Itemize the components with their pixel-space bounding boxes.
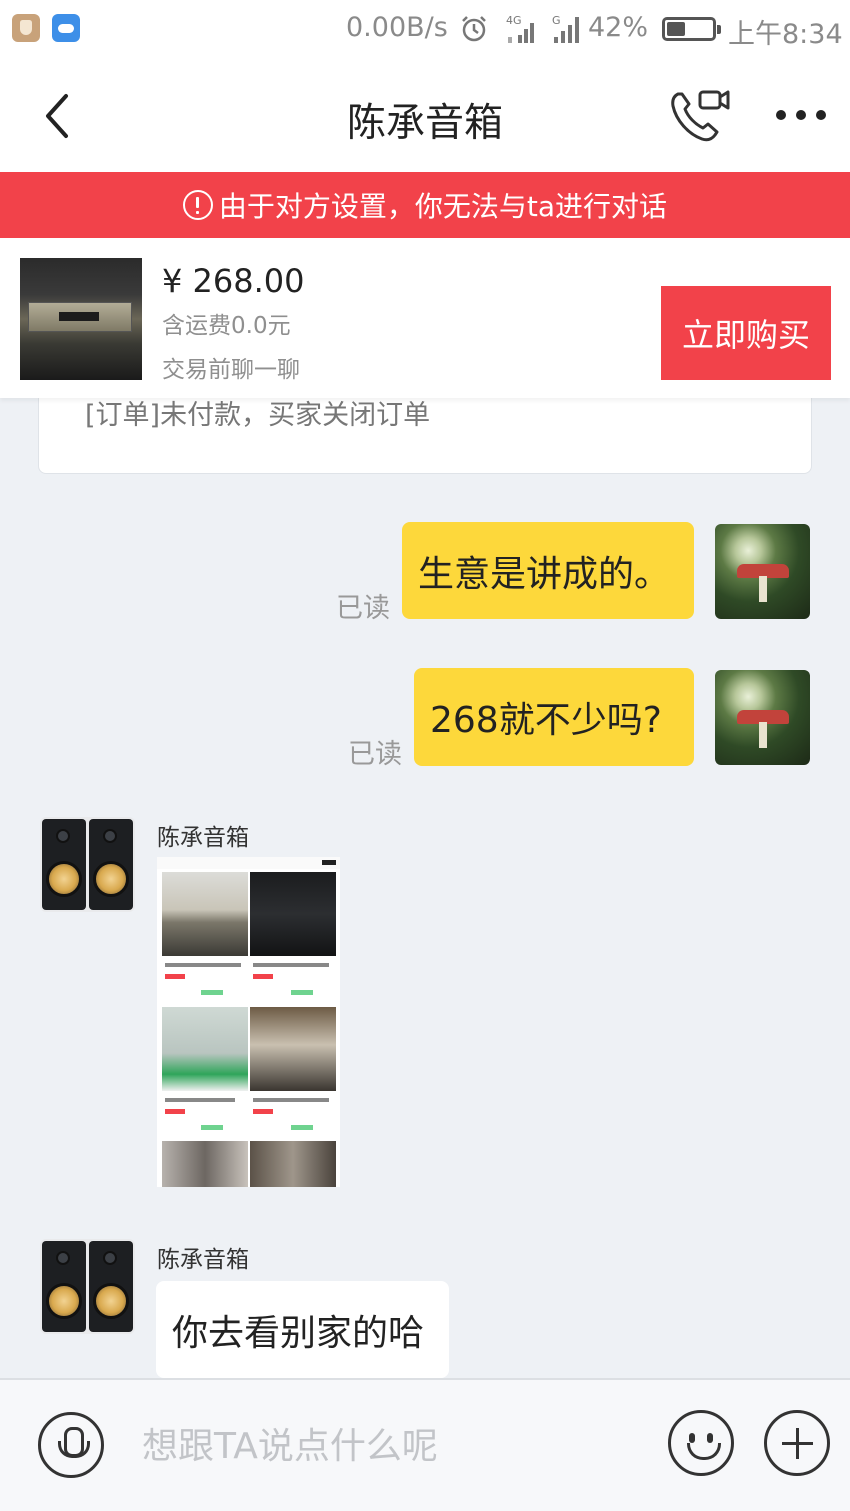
alarm-icon: [462, 16, 486, 42]
clock: 上午8:34: [728, 19, 843, 50]
message-text: 268就不少吗?: [430, 700, 662, 741]
4g-signal-icon: 4G: [506, 14, 534, 43]
sender-name: 陈承音箱: [157, 1247, 249, 1273]
read-status: 已读: [348, 739, 402, 770]
plus-icon[interactable]: [764, 1410, 830, 1476]
system-message: [订单]未付款，买家关闭订单: [85, 400, 431, 431]
my-avatar[interactable]: [715, 524, 810, 619]
buy-now-button[interactable]: 立即购买: [661, 286, 831, 380]
chat-hint: 交易前聊一聊: [162, 357, 300, 383]
message-bubble-me[interactable]: 生意是讲成的。: [402, 522, 694, 619]
product-thumbnail[interactable]: [20, 258, 142, 380]
message-text: 生意是讲成的。: [418, 553, 671, 595]
page-title: 陈承音箱: [346, 101, 503, 146]
battery-icon: [662, 17, 721, 41]
microphone-icon[interactable]: [38, 1412, 104, 1478]
cloud-app-icon: [52, 14, 80, 42]
chat-screen: 0.00B/s 4G G 42% 上午8:34 陈承音箱 由于对方设置，你无法与…: [0, 0, 850, 1511]
warning-banner: 由于对方设置，你无法与ta进行对话: [0, 172, 850, 238]
shipping-fee: 含运费0.0元: [162, 313, 291, 339]
contact-avatar[interactable]: [40, 1239, 135, 1334]
message-input[interactable]: [142, 1418, 642, 1474]
warning-icon: [182, 190, 213, 220]
more-icon[interactable]: [772, 100, 830, 130]
emoji-icon[interactable]: [668, 1410, 734, 1476]
network-speed: 0.00B/s: [346, 12, 448, 43]
my-avatar[interactable]: [715, 670, 810, 765]
back-arrow-icon[interactable]: [30, 88, 86, 144]
image-message[interactable]: [157, 857, 340, 1187]
sender-name: 陈承音箱: [157, 825, 249, 851]
message-bubble-me[interactable]: 268就不少吗?: [414, 668, 694, 766]
status-bar: 0.00B/s 4G G 42% 上午8:34: [0, 0, 850, 60]
svg-text:G: G: [552, 14, 561, 27]
read-status: 已读: [336, 593, 390, 624]
network-type-label: 4G: [506, 14, 522, 27]
message-text: 你去看别家的哈: [172, 1312, 425, 1354]
security-app-icon: [12, 14, 40, 42]
video-call-icon[interactable]: [668, 86, 732, 146]
product-price: ¥ 268.00: [162, 262, 305, 300]
warning-text: 由于对方设置，你无法与ta进行对话: [218, 190, 668, 223]
chat-header: 陈承音箱: [0, 60, 850, 172]
message-bubble-other[interactable]: 你去看别家的哈: [156, 1281, 449, 1378]
contact-avatar[interactable]: [40, 817, 135, 912]
battery-fill: [667, 22, 686, 36]
signal-icon: G: [552, 14, 579, 43]
battery-percent: 42%: [588, 12, 649, 43]
